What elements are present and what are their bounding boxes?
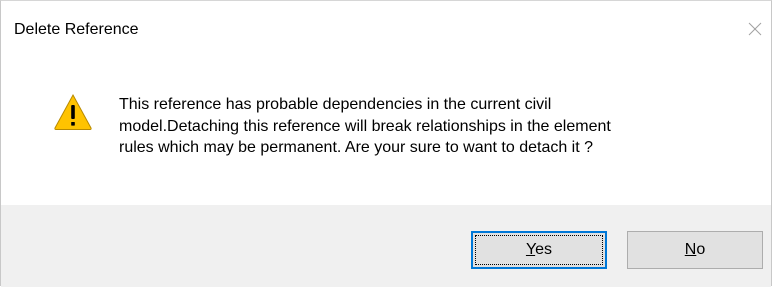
close-icon bbox=[748, 22, 762, 36]
warning-icon bbox=[54, 93, 92, 130]
no-mnemonic: N bbox=[684, 241, 697, 258]
yes-button[interactable]: Yes bbox=[471, 231, 607, 269]
dialog-title: Delete Reference bbox=[14, 21, 139, 38]
dialog-content: This reference has probable dependencies… bbox=[1, 49, 771, 205]
dialog-message: This reference has probable dependencies… bbox=[119, 96, 611, 156]
delete-reference-dialog: Delete Reference This reference has prob… bbox=[0, 0, 772, 287]
no-label-rest: o bbox=[696, 241, 706, 258]
title-bar: Delete Reference bbox=[1, 1, 771, 49]
no-button-label: No bbox=[685, 241, 705, 259]
yes-label-rest: es bbox=[535, 241, 553, 258]
no-button[interactable]: No bbox=[627, 231, 763, 269]
close-button[interactable] bbox=[742, 17, 768, 41]
yes-mnemonic: Y bbox=[525, 241, 536, 258]
button-bar: Yes No bbox=[1, 205, 771, 287]
yes-button-label: Yes bbox=[526, 241, 552, 259]
